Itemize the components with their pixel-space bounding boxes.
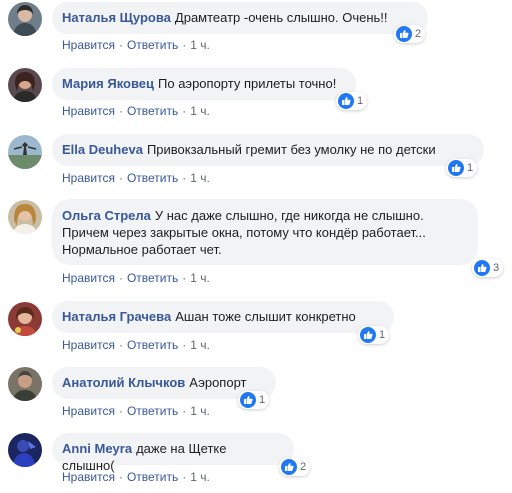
like-link[interactable]: Нравится [62,338,115,352]
thumbs-up-icon [240,392,256,408]
separator-dot: · [118,38,123,52]
reaction-number: 2 [415,28,422,40]
reaction-count[interactable]: 1 [358,326,390,344]
comment-author[interactable]: Наталья Грачева [62,309,171,324]
avatar[interactable] [8,68,42,102]
comment-author[interactable]: Наталья Щурова [62,10,171,25]
comment-actions: Нравится · Ответить · 1 ч. [62,403,210,419]
comment-time[interactable]: 1 ч. [190,338,210,352]
comment-author[interactable]: Ella Deuheva [62,142,143,157]
comment-actions: Нравится · Ответить · 1 ч. [62,103,210,119]
comment-text: Ашан тоже слышит конкретно [175,309,356,324]
separator-dot: · [182,470,187,484]
separator-dot: · [182,271,187,285]
like-link[interactable]: Нравится [62,171,115,185]
avatar[interactable] [8,135,42,169]
reaction-count[interactable]: 3 [472,259,504,277]
comment-bubble: Мария Яковец По аэропорту прилеты точно! [52,68,356,100]
reaction-number: 2 [300,461,307,473]
comment-author[interactable]: Anni Meyra [62,441,132,456]
separator-dot: · [118,104,123,118]
like-link[interactable]: Нравится [62,271,115,285]
like-link[interactable]: Нравится [62,404,115,418]
comment-author[interactable]: Анатолий Клычков [62,375,185,390]
comment-bubble: Наталья Грачева Ашан тоже слышит конкретн… [52,301,394,333]
separator-dot: · [118,338,123,352]
like-link[interactable]: Нравится [62,104,115,118]
reaction-count[interactable]: 2 [394,25,426,43]
comment-time[interactable]: 1 ч. [190,104,210,118]
comment-bubble: Ольга Стрела У нас даже слышно, где никог… [52,199,478,265]
thumbs-up-icon [396,26,412,42]
reply-link[interactable]: Ответить [127,404,178,418]
comment-actions: Нравится · Ответить · 1 ч. [62,270,210,286]
reaction-count[interactable]: 1 [238,391,270,409]
like-link[interactable]: Нравится [62,470,115,484]
comment-time[interactable]: 1 ч. [190,38,210,52]
thumbs-up-icon [338,93,354,109]
thumbs-up-icon [448,160,464,176]
comment-actions: Нравится · Ответить · 1 ч. [62,170,210,186]
separator-dot: · [118,171,123,185]
reply-link[interactable]: Ответить [127,338,178,352]
comment-time[interactable]: 1 ч. [190,171,210,185]
comment-text: Драмтеатр -очень слышно. Очень!! [174,10,388,25]
comment-bubble: Наталья Щурова Драмтеатр -очень слышно. О… [52,2,428,34]
avatar[interactable] [8,200,42,234]
reaction-number: 1 [379,329,386,341]
comment-author[interactable]: Ольга Стрела [62,208,151,223]
thumbs-up-icon [474,260,490,276]
avatar[interactable] [8,433,42,467]
thumbs-up-icon [360,327,376,343]
comment-actions: Нравится · Ответить · 1 ч. [62,37,210,53]
reaction-count[interactable]: 1 [446,159,478,177]
reaction-number: 1 [467,162,474,174]
comment-actions: Нравится · Ответить · 1 ч. [62,337,210,353]
reaction-number: 1 [357,95,364,107]
thumbs-up-icon [281,459,297,475]
reply-link[interactable]: Ответить [127,470,178,484]
avatar[interactable] [8,367,42,401]
comment-author[interactable]: Мария Яковец [62,76,154,91]
reply-link[interactable]: Ответить [127,38,178,52]
separator-dot: · [118,404,123,418]
avatar[interactable] [8,302,42,336]
comment-text: Аэропорт [189,375,247,390]
reaction-count[interactable]: 1 [336,92,368,110]
comment-time[interactable]: 1 ч. [190,271,210,285]
reply-link[interactable]: Ответить [127,271,178,285]
reply-link[interactable]: Ответить [127,171,178,185]
reply-link[interactable]: Ответить [127,104,178,118]
comment-bubble: Ella Deuheva Привокзальный гремит без умо… [52,134,484,166]
comment-time[interactable]: 1 ч. [190,470,210,484]
separator-dot: · [182,104,187,118]
comment-time[interactable]: 1 ч. [190,404,210,418]
separator-dot: · [182,404,187,418]
avatar[interactable] [8,2,42,36]
separator-dot: · [118,271,123,285]
like-link[interactable]: Нравится [62,38,115,52]
separator-dot: · [118,470,123,484]
reaction-number: 3 [493,262,500,274]
reaction-number: 1 [259,394,266,406]
comment-actions: Нравится · Ответить · 1 ч. [62,469,210,485]
comment-bubble: Anni Meyra даже на Щетке слышно( [52,433,294,473]
separator-dot: · [182,38,187,52]
separator-dot: · [182,338,187,352]
comment-text: Привокзальный гремит без умолку не по де… [146,142,436,157]
comment-text: По аэропорту прилеты точно! [158,76,337,91]
reaction-count[interactable]: 2 [279,458,311,476]
separator-dot: · [182,171,187,185]
